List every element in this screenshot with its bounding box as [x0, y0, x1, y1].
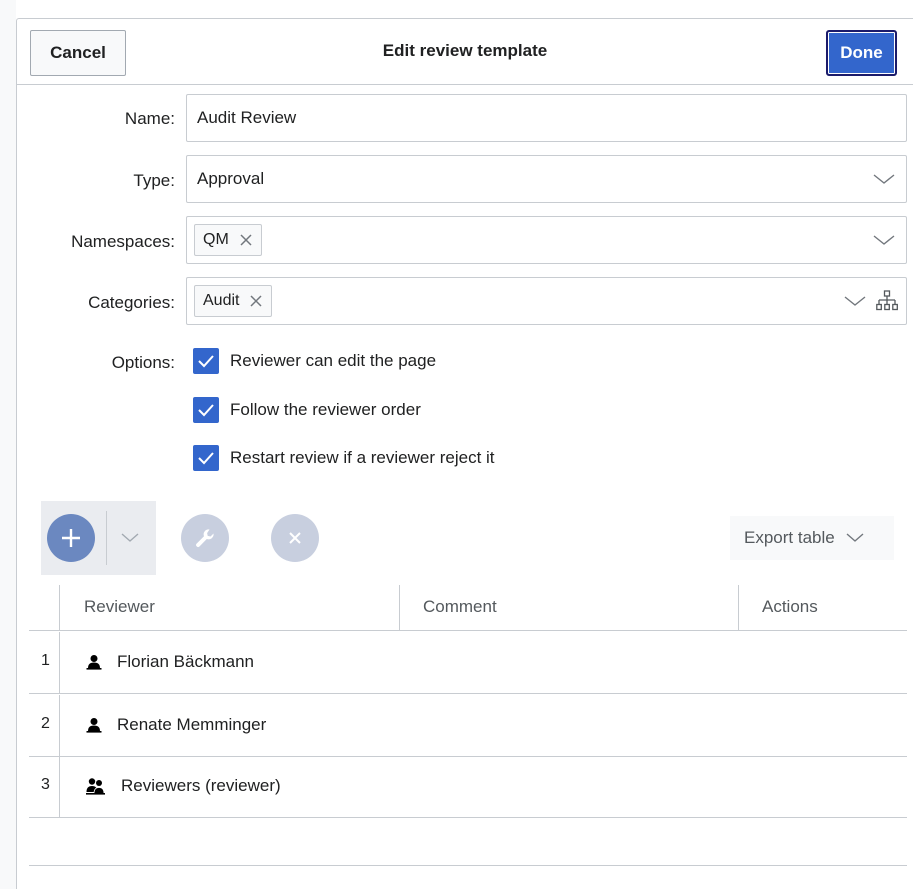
row-number: 1	[41, 652, 50, 669]
row-number: 2	[41, 715, 50, 732]
type-value: Approval	[197, 169, 265, 188]
checkbox-checked[interactable]	[193, 397, 219, 423]
plus-icon	[62, 529, 80, 547]
edit-button[interactable]	[181, 514, 229, 562]
table-row[interactable]: 1 Florian Bäckmann	[29, 632, 907, 694]
done-button[interactable]: Done	[826, 30, 897, 76]
remove-tag-icon[interactable]	[249, 294, 263, 308]
options-label: Options:	[111, 353, 175, 372]
type-dropdown[interactable]: Approval	[186, 155, 907, 203]
table-footer-line	[29, 865, 907, 866]
category-tag: Audit	[194, 285, 273, 317]
chevron-down-icon[interactable]	[120, 531, 140, 545]
background-edge	[0, 0, 16, 889]
divider	[106, 511, 107, 565]
reviewer-cell: Florian Bäckmann	[86, 652, 254, 672]
export-table-label: Export table	[744, 528, 835, 547]
namespaces-label: Namespaces:	[71, 232, 175, 251]
checkmark-icon	[198, 355, 214, 368]
categories-multiselect[interactable]: Audit	[186, 277, 907, 325]
namespace-tag-label: QM	[203, 231, 229, 248]
reviewer-cell: Renate Memminger	[86, 715, 266, 735]
column-divider	[399, 585, 400, 631]
dialog-header: Cancel Edit review template Done	[17, 19, 913, 85]
add-button[interactable]	[47, 514, 95, 562]
reviewer-name: Florian Bäckmann	[117, 652, 255, 671]
row-divider	[59, 756, 60, 818]
option-reviewer-can-edit[interactable]: Reviewer can edit the page	[193, 346, 436, 376]
name-field[interactable]: Audit Review	[186, 94, 907, 142]
remove-button[interactable]	[271, 514, 319, 562]
reviewer-name: Renate Memminger	[117, 715, 267, 734]
user-icon	[86, 718, 102, 733]
option-label: Restart review if a reviewer reject it	[230, 448, 495, 467]
close-icon	[289, 532, 301, 544]
column-header-reviewer[interactable]: Reviewer	[84, 597, 155, 617]
reviewer-cell: Reviewers (reviewer)	[86, 776, 281, 796]
category-tree-icon[interactable]	[876, 290, 898, 312]
chevron-down-icon[interactable]	[844, 292, 866, 310]
namespaces-multiselect[interactable]: QM	[186, 216, 907, 264]
checkmark-icon	[198, 452, 214, 465]
option-label: Reviewer can edit the page	[230, 351, 437, 370]
checkbox-checked[interactable]	[193, 445, 219, 471]
table-row[interactable]: 2 Renate Memminger	[29, 695, 907, 757]
column-divider	[738, 585, 739, 631]
table-row[interactable]: 3 Reviewers (reviewer)	[29, 756, 907, 818]
reviewer-name: Reviewers (reviewer)	[121, 776, 281, 795]
categories-label: Categories:	[88, 293, 175, 312]
type-label: Type:	[133, 171, 175, 190]
option-label: Follow the reviewer order	[230, 400, 421, 419]
category-tag-label: Audit	[203, 292, 240, 309]
checkmark-icon	[198, 404, 214, 417]
column-divider	[59, 585, 60, 631]
option-follow-order[interactable]: Follow the reviewer order	[193, 395, 421, 425]
checkbox-checked[interactable]	[193, 348, 219, 374]
export-table-button[interactable]: Export table	[730, 516, 894, 560]
table-header: Reviewer Comment Actions	[29, 585, 907, 631]
wrench-icon	[196, 529, 214, 547]
edit-review-template-dialog: Cancel Edit review template Done Name: A…	[16, 18, 913, 889]
user-group-icon	[86, 778, 105, 795]
option-restart-review[interactable]: Restart review if a reviewer reject it	[193, 443, 495, 473]
row-divider	[59, 695, 60, 757]
remove-tag-icon[interactable]	[239, 233, 253, 247]
chevron-down-icon[interactable]	[873, 231, 895, 249]
chevron-down-icon[interactable]	[873, 170, 895, 188]
column-header-comment[interactable]: Comment	[423, 597, 497, 617]
name-value: Audit Review	[197, 108, 297, 127]
name-label: Name:	[124, 109, 175, 128]
row-divider	[59, 632, 60, 694]
dialog-title: Edit review template	[382, 41, 548, 60]
chevron-down-icon	[846, 533, 864, 542]
add-button-group	[41, 501, 156, 575]
row-number: 3	[41, 776, 50, 793]
column-header-actions[interactable]: Actions	[762, 597, 818, 617]
namespace-tag: QM	[194, 224, 262, 256]
user-icon	[86, 655, 102, 670]
